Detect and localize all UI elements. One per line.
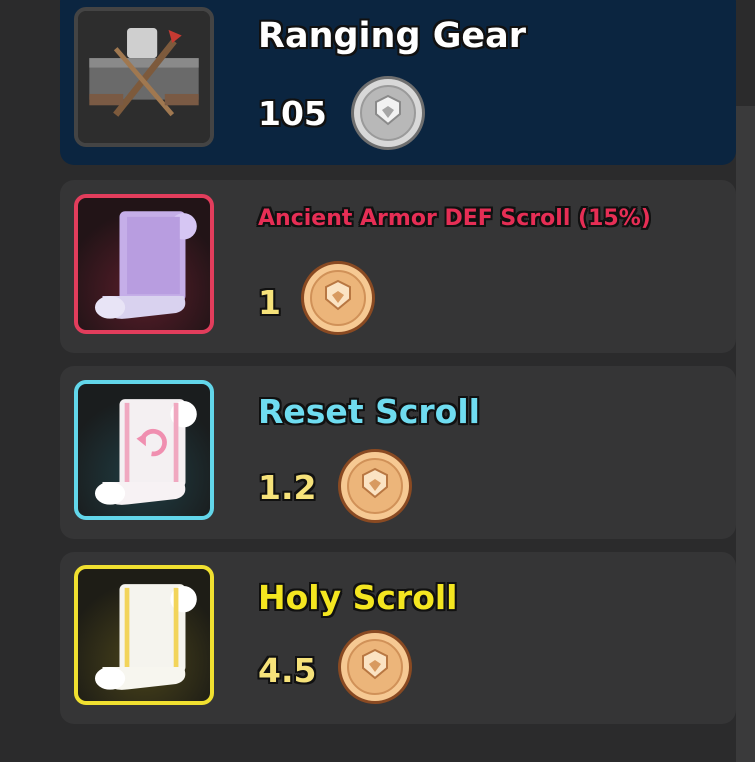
item-name: Reset Scroll [258, 392, 480, 431]
item-thumbnail [74, 194, 214, 334]
bronze-coin-icon [299, 259, 377, 337]
silver-coin-icon [349, 74, 427, 152]
shop-item-ranging-gear[interactable]: Ranging Gear 105 [60, 0, 736, 165]
item-price: 105 [258, 94, 327, 133]
purple-scroll-icon [94, 211, 197, 319]
holy-scroll-icon [94, 584, 197, 690]
shop-item-reset-scroll[interactable]: Reset Scroll 1.2 [60, 366, 736, 539]
item-name: Ancient Armor DEF Scroll (15%) [258, 206, 651, 231]
item-thumbnail [74, 7, 214, 147]
item-thumbnail [74, 565, 214, 705]
scrollbar[interactable] [736, 106, 755, 762]
item-name: Ranging Gear [258, 16, 527, 56]
item-name: Holy Scroll [258, 578, 458, 617]
bronze-coin-icon [336, 447, 414, 525]
shop-item-ancient-armor-def-scroll[interactable]: Ancient Armor DEF Scroll (15%) 1 [60, 180, 736, 353]
bronze-coin-icon [336, 628, 414, 706]
shop-item-holy-scroll[interactable]: Holy Scroll 4.5 [60, 552, 736, 724]
item-price: 4.5 [258, 651, 317, 690]
item-thumbnail [74, 380, 214, 520]
item-price: 1.2 [258, 468, 317, 507]
item-price: 1 [258, 283, 281, 322]
ranging-gear-icon [78, 11, 210, 143]
reset-scroll-icon [94, 399, 197, 505]
